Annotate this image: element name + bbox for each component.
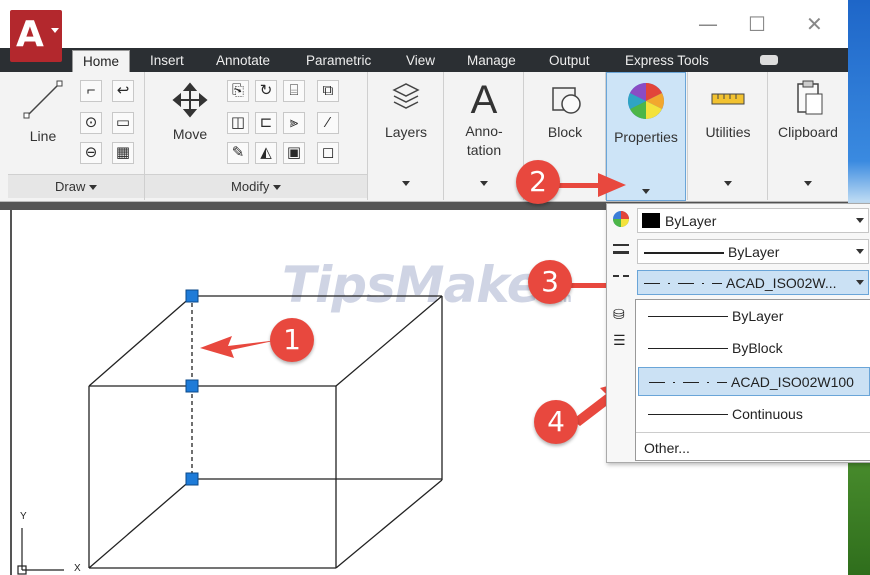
- linetype-option-acad-iso02w100[interactable]: ACAD_ISO02W100: [638, 367, 870, 396]
- chevron-down-icon: [856, 280, 864, 285]
- color-wheel-icon: [613, 211, 629, 227]
- application-menu-button[interactable]: A: [10, 10, 62, 62]
- linetype-option-other[interactable]: Other...: [638, 434, 870, 463]
- transparency-icon: ⛁: [613, 306, 625, 322]
- ucs-y-label: Y: [20, 511, 27, 522]
- color-swatch: [642, 213, 660, 228]
- lineweight-select[interactable]: ByLayer: [637, 239, 869, 264]
- callout-badge-1: 1: [270, 318, 314, 362]
- chevron-down-icon: [856, 218, 864, 223]
- autocad-window: — ☐ ✕ A Home Insert Annotate Parametric …: [0, 0, 870, 575]
- linetype-options-list: ByLayer ByBlock ACAD_ISO02W100 Continuou…: [635, 299, 870, 461]
- color-select[interactable]: ByLayer: [637, 208, 869, 233]
- linetype-option-continuous[interactable]: Continuous: [638, 400, 870, 429]
- callout-arrow-1: [200, 336, 278, 358]
- box-drawing[interactable]: [88, 295, 443, 569]
- grip-handle-bottom[interactable]: [185, 472, 199, 486]
- properties-dropdown: ByLayer ByLayer ACAD_ISO02W... ⛁ ☰ ByLay…: [606, 203, 870, 463]
- linetype-select[interactable]: ACAD_ISO02W...: [637, 270, 869, 295]
- callout-badge-2: 2: [516, 160, 560, 204]
- chevron-down-icon: [51, 28, 59, 33]
- callout-badge-3: 3: [528, 260, 572, 304]
- linetype-icon: [613, 275, 629, 285]
- callout-arrow-2: [558, 173, 626, 197]
- ucs-icon: [17, 528, 64, 575]
- linetype-option-byblock[interactable]: ByBlock: [638, 334, 870, 363]
- ucs-x-label: X: [74, 563, 81, 574]
- grip-handle-top[interactable]: [185, 289, 199, 303]
- grip-handle-middle[interactable]: [185, 379, 199, 393]
- autocad-logo-icon: A: [16, 14, 44, 55]
- callout-badge-4: 4: [534, 400, 578, 444]
- chevron-down-icon: [856, 249, 864, 254]
- list-icon: ☰: [613, 332, 626, 348]
- lineweight-icon: [613, 244, 629, 254]
- linetype-option-bylayer[interactable]: ByLayer: [638, 302, 870, 331]
